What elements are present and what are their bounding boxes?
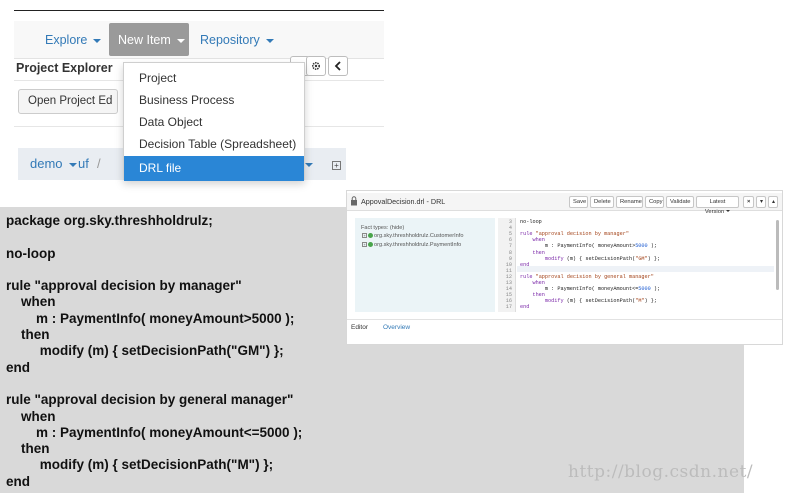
chevron-down-icon [176, 38, 185, 43]
scrollbar-thumb[interactable] [776, 220, 779, 290]
line-number: 4 [508, 225, 512, 232]
nav-explore-label: Explore [45, 33, 88, 47]
code-line: end [520, 304, 530, 311]
code-line: end [520, 261, 530, 268]
code-line: when [532, 280, 545, 286]
editor-scrollbar[interactable] [775, 218, 780, 312]
code-line: m : PaymentInfo( moneyAmount>5000 ); [520, 243, 657, 250]
breadcrumb-separator: / [97, 156, 101, 171]
validate-button[interactable]: Validate [666, 196, 694, 208]
minimize-button[interactable]: ▾ [756, 196, 766, 208]
line-number: 10 [505, 261, 512, 268]
fact-type-item[interactable]: + org.sky.threshholdrulz.PaymentInfo [362, 242, 461, 248]
gear-icon [311, 61, 321, 71]
open-project-editor-button[interactable]: Open Project Ed [18, 89, 118, 114]
code-line: rule "approval decision by general manag… [520, 273, 654, 280]
close-button[interactable]: × [743, 196, 754, 208]
divider [347, 319, 782, 320]
line-number: 8 [508, 249, 512, 256]
fact-type-label: org.sky.threshholdrulz.CustomerInfo [374, 233, 464, 239]
code-editor[interactable]: 3 4 5 6 7 8 9 10 11 12 13 14 15 16 17 no-loop rule "app… [498, 218, 774, 312]
menu-item-business-process[interactable]: Business Process [124, 90, 304, 110]
chevron-down-icon [93, 38, 102, 43]
line-number: 5 [508, 231, 512, 238]
fact-types-header[interactable]: Fact types: (hide) [361, 225, 404, 231]
chevron-left-icon [334, 61, 341, 71]
line-number: 6 [508, 237, 512, 244]
fact-type-label: org.sky.threshholdrulz.PaymentInfo [374, 242, 462, 248]
menu-item-data-object[interactable]: Data Object [124, 112, 304, 132]
tab-overview[interactable]: Overview [383, 324, 410, 331]
expand-icon[interactable]: + [332, 161, 341, 170]
line-number: 15 [505, 292, 512, 299]
menu-item-drl-file[interactable]: DRL file [124, 156, 304, 181]
nav-explore-menu[interactable]: Explore [45, 33, 102, 47]
class-icon [368, 233, 373, 239]
copy-button[interactable]: Copy [645, 196, 664, 208]
code-line: rule "approval decision by manager" [520, 231, 629, 238]
project-explorer-title: Project Explorer [16, 61, 113, 75]
code-line: when [532, 237, 545, 244]
fact-types-panel: Fact types: (hide) + org.sky.threshholdru… [355, 218, 495, 312]
fact-type-item[interactable]: + org.sky.threshholdrulz.CustomerInfo [362, 233, 463, 239]
code-line: then [532, 249, 545, 256]
nav-repository-label: Repository [200, 33, 260, 47]
line-number: 16 [505, 298, 512, 305]
editor-title: AppovalDecision.drl - DRL [361, 197, 446, 206]
save-button[interactable]: Save [569, 196, 588, 208]
lock-icon [351, 196, 357, 206]
tab-editor[interactable]: Editor [351, 324, 368, 331]
drl-code-text: package org.sky.threshholdrulz; no-loop … [6, 213, 303, 489]
rename-button[interactable]: Rename [616, 196, 643, 208]
expand-icon: + [362, 233, 367, 239]
code-line: modify (m) { setDecisionPath("GM") }; [544, 255, 661, 262]
nav-repository-menu[interactable]: Repository [200, 33, 274, 47]
line-number: 11 [505, 267, 512, 274]
line-number: 12 [505, 273, 512, 280]
line-number: 17 [505, 304, 512, 311]
delete-button[interactable]: Delete [590, 196, 614, 208]
class-icon [368, 242, 373, 248]
chevron-down-icon [68, 162, 77, 167]
breadcrumb-org-unit[interactable]: demo [30, 156, 77, 171]
code-line: then [532, 292, 545, 299]
expand-icon: + [362, 242, 367, 248]
latest-version-label: Latest Version [704, 199, 726, 215]
screenshot-composite: Explore New Item Repository Project Expl… [0, 0, 790, 493]
collapse-button[interactable] [328, 56, 348, 76]
maximize-button[interactable]: ▴ [768, 196, 778, 208]
code-line: no-loop [520, 219, 542, 225]
window-top-border [14, 10, 384, 11]
menu-item-project[interactable]: Project [124, 68, 304, 88]
latest-version-dropdown[interactable]: Latest Version [696, 196, 739, 215]
active-line-highlight [517, 266, 774, 272]
menu-item-decision-table[interactable]: Decision Table (Spreadsheet) [124, 134, 304, 154]
breadcrumb-org-unit-label: demo [30, 156, 63, 171]
code-line: m : PaymentInfo( moneyAmount<=5000 ); [520, 286, 661, 293]
editor-titlebar: AppovalDecision.drl - DRL Save Delete Re… [347, 193, 782, 215]
chevron-down-icon [726, 210, 731, 213]
line-number: 13 [505, 280, 512, 286]
line-number: 3 [508, 219, 512, 225]
watermark-text: http://blog.csdn.net/ [568, 462, 754, 482]
breadcrumb-repository[interactable]: uf [78, 156, 89, 171]
drl-editor-window: AppovalDecision.drl - DRL Save Delete Re… [346, 190, 783, 345]
line-number: 9 [508, 255, 512, 262]
chevron-down-icon [305, 162, 314, 167]
line-number-gutter: 3 4 5 6 7 8 9 10 11 12 13 14 15 16 17 [498, 218, 516, 312]
new-item-dropdown: Project Business Process Data Object Dec… [123, 62, 305, 181]
main-navbar: Explore New Item Repository [14, 21, 384, 59]
nav-new-item-label: New Item [118, 33, 171, 47]
line-number: 14 [505, 286, 512, 293]
chevron-down-icon [265, 38, 274, 43]
code-line: modify (m) { setDecisionPath("M") }; [544, 298, 657, 305]
workbench-navbar-panel: Explore New Item Repository Project Expl… [14, 10, 384, 181]
line-number: 7 [508, 243, 512, 250]
settings-button[interactable] [306, 56, 326, 76]
nav-new-item-menu[interactable]: New Item [109, 23, 189, 56]
